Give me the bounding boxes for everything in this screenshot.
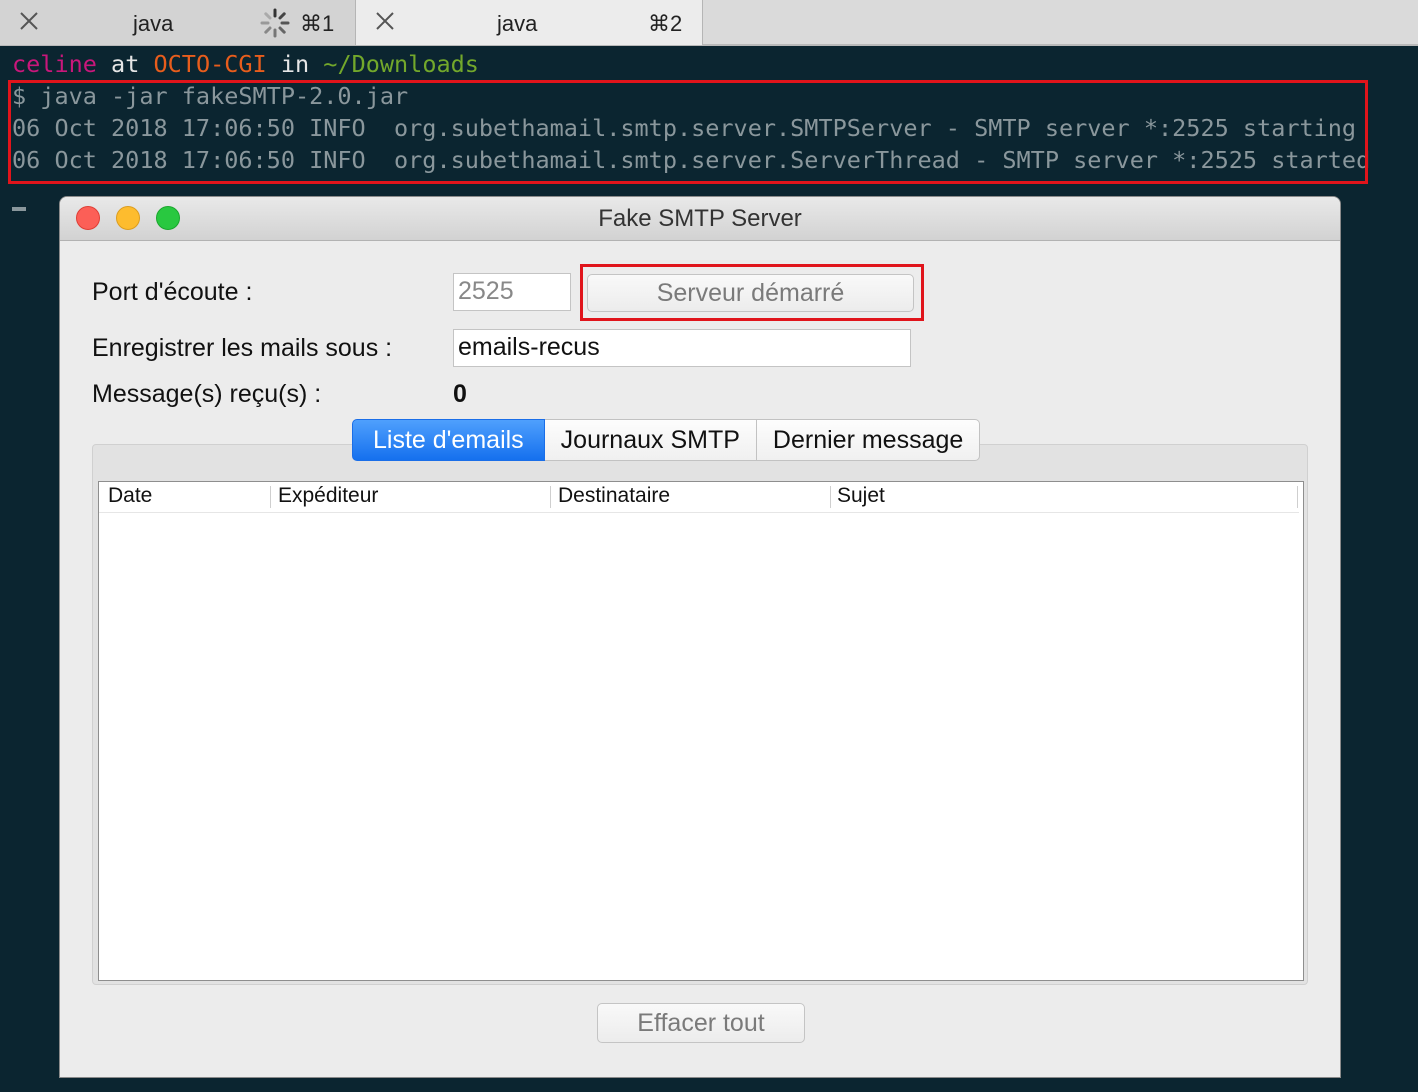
prompt-user: celine bbox=[12, 50, 97, 78]
tab-shortcut: ⌘2 bbox=[648, 11, 683, 36]
column-divider[interactable] bbox=[270, 486, 271, 508]
loading-spinner-icon bbox=[260, 8, 290, 38]
tab-title: java bbox=[497, 11, 538, 36]
column-divider[interactable] bbox=[1297, 486, 1298, 508]
tab-last-message[interactable]: Dernier message bbox=[756, 419, 981, 461]
fake-smtp-window: Fake SMTP Server Port d'écoute : 2525 Se… bbox=[60, 197, 1340, 1077]
close-icon[interactable] bbox=[374, 10, 396, 32]
prompt-host: OCTO-CGI bbox=[153, 50, 267, 78]
prompt-line: celine at OCTO-CGI in ~/Downloads bbox=[12, 50, 479, 78]
column-header-date[interactable]: Date bbox=[108, 484, 152, 508]
column-divider[interactable] bbox=[550, 486, 551, 508]
received-count: 0 bbox=[453, 380, 467, 408]
port-input[interactable]: 2525 bbox=[453, 273, 571, 311]
prompt-path: ~/Downloads bbox=[323, 50, 479, 78]
port-label: Port d'écoute : bbox=[92, 278, 253, 306]
email-table[interactable]: Date Expéditeur Destinataire Sujet bbox=[98, 481, 1304, 981]
highlight-box-server bbox=[580, 264, 924, 321]
highlight-box-command bbox=[8, 80, 1368, 184]
window-title: Fake SMTP Server bbox=[598, 205, 802, 232]
terminal-tab-2[interactable]: java ⌘2 bbox=[356, 0, 703, 45]
column-header-subject[interactable]: Sujet bbox=[837, 484, 885, 508]
tab-email-list[interactable]: Liste d'emails bbox=[352, 419, 545, 461]
terminal-cursor bbox=[12, 207, 26, 211]
tab-strip: Liste d'emails Journaux SMTP Dernier mes… bbox=[352, 419, 981, 461]
save-folder-input[interactable]: emails-recus bbox=[453, 329, 911, 367]
tab-shortcut: ⌘1 bbox=[300, 11, 335, 36]
save-folder-label: Enregistrer les mails sous : bbox=[92, 334, 393, 362]
window-titlebar[interactable]: Fake SMTP Server bbox=[60, 197, 1340, 241]
prompt-in: in bbox=[280, 50, 310, 78]
column-divider[interactable] bbox=[830, 486, 831, 508]
terminal-tab-1[interactable]: java ⌘1 bbox=[0, 0, 356, 45]
column-header-recipient[interactable]: Destinataire bbox=[558, 484, 670, 508]
terminal-tab-bar: java ⌘1 java ⌘2 bbox=[0, 0, 1418, 46]
close-icon[interactable] bbox=[18, 10, 40, 32]
tab-smtp-logs[interactable]: Journaux SMTP bbox=[544, 419, 757, 461]
table-header: Date Expéditeur Destinataire Sujet bbox=[99, 482, 1299, 513]
clear-all-button[interactable]: Effacer tout bbox=[597, 1003, 805, 1043]
prompt-at: at bbox=[111, 50, 140, 78]
received-label: Message(s) reçu(s) : bbox=[92, 380, 322, 408]
column-header-sender[interactable]: Expéditeur bbox=[278, 484, 378, 508]
tab-title: java bbox=[133, 11, 174, 36]
